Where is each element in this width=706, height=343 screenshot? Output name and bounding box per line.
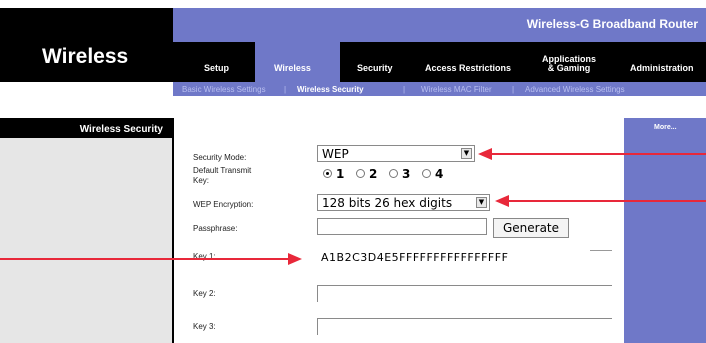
key1-label: Key 1: xyxy=(193,252,216,261)
wep-encryption-select[interactable]: 128 bits 26 hex digits ▼ xyxy=(317,194,490,211)
radio-key-4[interactable]: 4 xyxy=(422,167,443,181)
subnav-basic-wireless[interactable]: Basic Wireless Settings xyxy=(182,85,266,94)
page-section-title: Wireless xyxy=(0,8,173,82)
arrow-left-icon xyxy=(495,195,509,207)
subnav-separator: | xyxy=(512,85,515,94)
product-name: Wireless-G Broadband Router xyxy=(526,17,698,31)
sidebar-section-title: Wireless Security xyxy=(0,118,173,138)
arrow-encryption-line xyxy=(507,200,706,202)
radio-key-2[interactable]: 2 xyxy=(356,167,377,181)
passphrase-input[interactable] xyxy=(317,218,487,235)
chevron-down-icon[interactable]: ▼ xyxy=(476,197,487,208)
key3-input[interactable] xyxy=(317,318,612,335)
radio-icon xyxy=(389,169,398,178)
radio-key-3[interactable]: 3 xyxy=(389,167,410,181)
sidebar-divider xyxy=(172,118,174,343)
subnav-separator: | xyxy=(403,85,406,94)
tab-administration[interactable]: Administration xyxy=(630,64,694,73)
radio-icon xyxy=(356,169,365,178)
passphrase-label: Passphrase: xyxy=(193,224,238,233)
tabs-bar xyxy=(173,42,706,82)
subnav-wireless-security[interactable]: Wireless Security xyxy=(297,85,364,94)
sidebar-panel xyxy=(0,138,173,343)
subnav-advanced-wireless[interactable]: Advanced Wireless Settings xyxy=(525,85,625,94)
radio-selected-icon xyxy=(323,169,332,178)
tab-applications-gaming[interactable]: Applications & Gaming xyxy=(542,55,596,73)
tab-wireless-active-bg xyxy=(255,42,340,82)
tab-access-restrictions[interactable]: Access Restrictions xyxy=(425,64,511,73)
radio-label: 4 xyxy=(435,167,444,181)
key3-label: Key 3: xyxy=(193,322,216,331)
generate-button[interactable]: Generate xyxy=(493,218,569,238)
radio-icon xyxy=(422,169,431,178)
arrow-right-icon xyxy=(288,253,302,265)
wep-encryption-value: 128 bits 26 hex digits xyxy=(322,196,453,210)
radio-label: 2 xyxy=(369,167,378,181)
arrow-key1-line xyxy=(0,258,288,260)
security-mode-label: Security Mode: xyxy=(193,153,247,162)
tab-setup[interactable]: Setup xyxy=(204,64,229,73)
divider xyxy=(590,250,612,251)
subnav-separator: | xyxy=(284,85,287,94)
radio-key-1[interactable]: 1 xyxy=(323,167,344,181)
default-key-label: Default Transmit Key: xyxy=(193,166,252,185)
subnav-mac-filter[interactable]: Wireless MAC Filter xyxy=(421,85,492,94)
key2-label: Key 2: xyxy=(193,289,216,298)
radio-label: 1 xyxy=(336,167,345,181)
key1-input[interactable]: A1B2C3D4E5FFFFFFFFFFFFFFFF xyxy=(317,250,587,267)
arrow-left-icon xyxy=(478,148,492,160)
radio-label: 3 xyxy=(402,167,411,181)
arrow-security-mode-line xyxy=(490,153,706,155)
chevron-down-icon[interactable]: ▼ xyxy=(461,148,472,159)
help-more-link[interactable]: More... xyxy=(654,124,677,131)
help-panel xyxy=(624,118,706,343)
key2-input[interactable] xyxy=(317,285,612,302)
tab-security[interactable]: Security xyxy=(357,64,393,73)
tab-wireless[interactable]: Wireless xyxy=(274,64,311,73)
wep-encryption-label: WEP Encryption: xyxy=(193,200,254,209)
security-mode-select[interactable]: WEP ▼ xyxy=(317,145,475,162)
security-mode-value: WEP xyxy=(322,147,349,161)
